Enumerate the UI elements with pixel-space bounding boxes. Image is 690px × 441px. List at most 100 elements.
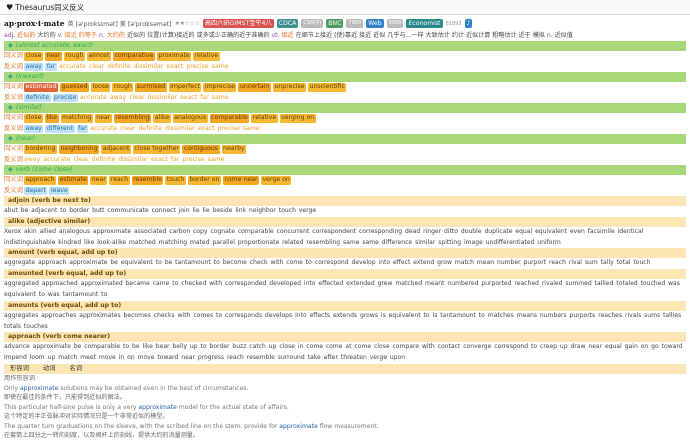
antonym-word[interactable]: same bbox=[208, 155, 225, 166]
synonym-chip[interactable]: approach bbox=[24, 176, 56, 185]
antonym-word[interactable]: precise bbox=[218, 124, 240, 135]
antonym-word[interactable]: dissimilar bbox=[147, 93, 177, 104]
antonym-word[interactable]: definite bbox=[24, 93, 51, 102]
synonym-chip[interactable]: like bbox=[44, 114, 59, 123]
synonym-chip[interactable]: imperfect bbox=[168, 83, 202, 92]
synonym-chip[interactable]: close bbox=[24, 52, 43, 61]
synonym-chip[interactable]: reach bbox=[109, 176, 130, 185]
synonym-chip[interactable]: bordering bbox=[24, 145, 57, 154]
antonym-word[interactable]: dissimilar bbox=[118, 155, 148, 166]
synonym-chip[interactable]: unscientific bbox=[308, 83, 347, 92]
synonym-chip[interactable]: near bbox=[94, 114, 112, 123]
group-words[interactable]: Xerox akin allied analogous approximate … bbox=[4, 227, 686, 249]
antonym-word[interactable]: accurate bbox=[80, 93, 107, 104]
synonym-chip[interactable]: close together bbox=[132, 145, 181, 154]
bnc-tag[interactable]: BNC bbox=[326, 19, 344, 28]
csm-tag[interactable]: CSM(P) bbox=[301, 19, 324, 28]
speaker-icon[interactable]: ♪ bbox=[464, 19, 473, 28]
antonym-word[interactable]: clear bbox=[73, 155, 88, 166]
synonym-chip[interactable]: estimate bbox=[57, 176, 89, 185]
synonym-chip[interactable]: rough bbox=[112, 83, 134, 92]
antonym-word[interactable]: clear bbox=[120, 124, 135, 135]
synonym-chip[interactable]: resemble bbox=[131, 176, 164, 185]
antonym-word[interactable]: far bbox=[45, 62, 57, 71]
tab-noun[interactable]: 名词 bbox=[70, 365, 83, 372]
group-words[interactable]: abut be adjacent to border butt communic… bbox=[4, 206, 686, 217]
synonym-chip[interactable]: alike bbox=[153, 114, 171, 123]
synonym-chip[interactable]: touch bbox=[165, 176, 186, 185]
antonym-word[interactable]: accurate bbox=[59, 62, 86, 73]
antonym-word[interactable]: accurate bbox=[43, 155, 70, 166]
synonym-chip[interactable]: border on bbox=[187, 176, 221, 185]
synonym-chip[interactable]: loose bbox=[91, 83, 111, 92]
synonym-chip[interactable]: relative bbox=[193, 52, 220, 61]
synonym-chip[interactable]: comparative bbox=[112, 52, 155, 61]
antonym-word[interactable]: precise bbox=[182, 155, 204, 166]
antonym-word[interactable]: away bbox=[24, 62, 44, 71]
tab-adjective[interactable]: 形容词 bbox=[10, 365, 29, 372]
group-header[interactable]: amounts (verb equal, add up to) bbox=[4, 300, 686, 311]
synonym-chip[interactable]: close bbox=[24, 114, 43, 123]
antonym-word[interactable]: depart bbox=[24, 186, 48, 195]
antonym-word[interactable]: same bbox=[243, 124, 260, 135]
antonym-word[interactable]: same bbox=[212, 93, 229, 104]
group-words[interactable]: aggregated approached approximated becam… bbox=[4, 279, 686, 301]
synonym-chip[interactable]: estimated bbox=[24, 83, 59, 92]
antonym-word[interactable]: clear bbox=[129, 93, 144, 104]
synonym-chip[interactable]: adjacent bbox=[101, 145, 131, 154]
antonym-word[interactable]: accurate bbox=[90, 124, 117, 135]
antonym-word[interactable]: away bbox=[24, 155, 40, 166]
synonym-chip[interactable]: near bbox=[90, 176, 108, 185]
group-words[interactable]: advance approximate be comparable to be … bbox=[4, 342, 686, 364]
synonym-chip[interactable]: verge on bbox=[261, 176, 292, 185]
synonym-chip[interactable]: imprecise bbox=[203, 83, 237, 92]
synonym-chip[interactable]: come near bbox=[222, 176, 259, 185]
group-words[interactable]: aggregates approaches approximates becom… bbox=[4, 311, 686, 333]
cdca-tag[interactable]: CDCA bbox=[276, 19, 299, 28]
synonym-chip[interactable]: surmised bbox=[135, 83, 167, 92]
group-header[interactable]: amount (verb equal, add up to) bbox=[4, 248, 686, 259]
antonym-word[interactable]: away bbox=[110, 93, 126, 104]
group-header[interactable]: amounted (verb equal, add up to) bbox=[4, 269, 686, 280]
tab-verb[interactable]: 动词 bbox=[43, 365, 56, 372]
antonym-word[interactable]: definite bbox=[138, 124, 162, 135]
synonym-chip[interactable]: matching bbox=[60, 114, 93, 123]
antonym-word[interactable]: far bbox=[171, 155, 180, 166]
synonym-chip[interactable]: nearby bbox=[221, 145, 247, 154]
antonym-word[interactable]: exact bbox=[151, 155, 168, 166]
antonym-word[interactable]: clear bbox=[89, 62, 104, 73]
antonym-word[interactable]: dissimilar bbox=[165, 124, 195, 135]
synonym-chip[interactable]: comparable bbox=[209, 114, 250, 123]
synonym-chip[interactable]: analogous bbox=[172, 114, 208, 123]
antonym-word[interactable]: precise bbox=[52, 93, 78, 102]
antonym-word[interactable]: exact bbox=[180, 93, 197, 104]
group-words[interactable]: aggregate approach approximate be equiva… bbox=[4, 258, 686, 269]
synonym-chip[interactable]: unprecise bbox=[272, 83, 307, 92]
group-header[interactable]: alike (adjective similar) bbox=[4, 216, 686, 227]
synonym-chip[interactable]: resembling bbox=[113, 114, 152, 123]
synonym-chip[interactable]: verging on bbox=[279, 114, 316, 123]
antonym-word[interactable]: precise bbox=[186, 62, 208, 73]
economist-tag[interactable]: Economist bbox=[406, 19, 443, 28]
synonym-chip[interactable]: uncertain bbox=[238, 83, 271, 92]
antonym-word[interactable]: exact bbox=[198, 124, 215, 135]
antonym-word[interactable]: far bbox=[200, 93, 209, 104]
antonym-word[interactable]: away bbox=[24, 124, 44, 133]
synonym-chip[interactable]: neighboring bbox=[59, 145, 100, 154]
synonym-chip[interactable]: almost bbox=[86, 52, 111, 61]
antonym-word[interactable]: leave bbox=[49, 186, 70, 195]
antonym-word[interactable]: same bbox=[212, 62, 229, 73]
synonym-chip[interactable]: rough bbox=[64, 52, 85, 61]
synonym-chip[interactable]: relative bbox=[251, 114, 278, 123]
synonym-chip[interactable]: proximate bbox=[156, 52, 192, 61]
antonym-word[interactable]: definite bbox=[107, 62, 131, 73]
antonym-word[interactable]: definite bbox=[92, 155, 116, 166]
synonym-chip[interactable]: contiguous bbox=[182, 145, 220, 154]
antonym-word[interactable]: different bbox=[45, 124, 75, 133]
synonym-chip[interactable]: guessed bbox=[60, 83, 89, 92]
exam-tag[interactable]: 高四六研GIMST宝牛4八 bbox=[202, 19, 274, 28]
antonym-word[interactable]: far bbox=[76, 124, 89, 133]
group-header[interactable]: approach (verb come nearer) bbox=[4, 332, 686, 343]
web-tag[interactable]: Web bbox=[366, 19, 384, 28]
group-header[interactable]: adjoin (verb be next to) bbox=[4, 196, 686, 206]
